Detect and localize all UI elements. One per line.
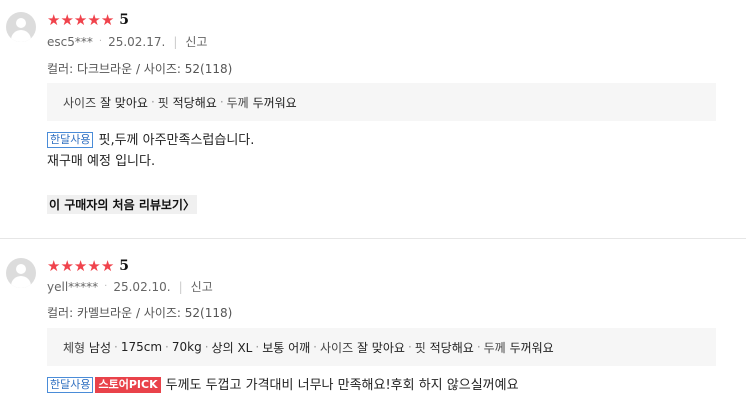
usage-badge: 한달사용 xyxy=(47,132,94,148)
avatar xyxy=(6,12,36,42)
store-pick-badge: 스토어PICK xyxy=(95,377,161,393)
survey-key: 핏 xyxy=(414,340,426,355)
star-icon: ★ xyxy=(100,257,115,275)
body-top-size: 상의 XL xyxy=(211,340,253,355)
review-text: 한달사용 핏,두께 아주만족스럽습니다. 재구매 예정 입니다. xyxy=(47,130,254,172)
purchase-option: 컬러: 카멜브라운 / 사이즈: 52(118) xyxy=(47,306,233,320)
review-meta: esc5*** · 25.02.17. | 신고 xyxy=(47,33,207,50)
avatar xyxy=(6,258,36,288)
review-divider xyxy=(0,238,746,239)
body-weight: 70kg xyxy=(171,340,202,354)
divider: | xyxy=(178,279,183,294)
star-icon: ★ xyxy=(60,11,74,29)
chevron-right-icon: 〉 xyxy=(182,198,195,212)
rating-score: 5 xyxy=(119,12,130,28)
review-date: 25.02.10. xyxy=(113,279,171,294)
review-text: 한달사용 스토어PICK 두께도 두껍고 가격대비 너무나 만족해요!후회 하지 않… xyxy=(47,375,519,396)
survey-value: 적당해요 xyxy=(429,340,474,355)
body-info-label: 체형 xyxy=(63,340,86,355)
review-item: ★ ★ ★ ★ ★ 5 yell***** · 25.02.10. | 신고 컬… xyxy=(0,244,746,418)
star-icon: ★ xyxy=(60,257,74,275)
dot-separator: · xyxy=(255,340,260,354)
star-icon: ★ xyxy=(47,257,61,275)
review-meta: yell***** · 25.02.10. | 신고 xyxy=(47,278,213,295)
dot-separator: · xyxy=(313,340,317,354)
review-text-line: 핏,두께 아주만족스럽습니다. xyxy=(98,133,255,148)
dot-separator: · xyxy=(114,340,118,354)
star-icon: ★ xyxy=(87,11,101,29)
dot-separator: · xyxy=(219,95,224,109)
dot-separator: · xyxy=(407,340,412,354)
dot-separator: · xyxy=(150,95,155,109)
review-survey: 체형 남성 · 175cm · 70kg · 상의 XL · 보통 어깨 · 사… xyxy=(47,328,716,366)
survey-value: 두꺼워요 xyxy=(252,95,297,110)
star-icon: ★ xyxy=(73,11,88,29)
report-button[interactable]: 신고 xyxy=(191,278,213,295)
dot-separator: · xyxy=(98,36,103,47)
survey-key: 두께 xyxy=(483,340,506,355)
survey-value: 잘 맞아요 xyxy=(356,340,405,355)
star-icon: ★ xyxy=(73,257,88,275)
survey-key: 사이즈 xyxy=(320,340,354,355)
dot-separator: · xyxy=(104,281,108,292)
survey-key: 핏 xyxy=(157,95,169,110)
star-icon: ★ xyxy=(87,257,101,275)
star-icon: ★ xyxy=(100,11,115,29)
body-gender: 남성 xyxy=(88,340,112,355)
body-height: 175cm xyxy=(120,340,163,354)
review-text-line: 두께도 두껍고 가격대비 너무나 만족해요!후회 하지 않으실꺼예요 xyxy=(165,378,519,393)
rating-score: 5 xyxy=(119,258,130,274)
first-review-label: 이 구매자의 처음 리뷰보기 xyxy=(49,198,183,212)
purchase-option: 컬러: 다크브라운 / 사이즈: 52(118) xyxy=(47,62,233,76)
survey-key: 사이즈 xyxy=(63,95,97,110)
rating-stars: ★ ★ ★ ★ ★ 5 xyxy=(47,12,129,28)
review-survey: 사이즈 잘 맞아요 · 핏 적당해요 · 두께 두꺼워요 xyxy=(47,83,716,121)
first-review-link[interactable]: 이 구매자의 처음 리뷰보기〉 xyxy=(47,195,197,214)
survey-key: 두께 xyxy=(226,95,249,110)
divider: | xyxy=(173,34,178,49)
review-text-line: 재구매 예정 입니다. xyxy=(47,154,156,169)
dot-separator: · xyxy=(165,340,169,354)
survey-value: 두꺼워요 xyxy=(509,340,554,355)
survey-value: 적당해요 xyxy=(172,95,217,110)
star-icon: ★ xyxy=(47,11,61,29)
dot-separator: · xyxy=(476,340,481,354)
survey-value: 잘 맞아요 xyxy=(99,95,148,110)
rating-stars: ★ ★ ★ ★ ★ 5 xyxy=(47,258,129,274)
body-shoulder: 보통 어깨 xyxy=(262,340,311,355)
report-button[interactable]: 신고 xyxy=(185,33,207,50)
reviewer-id: esc5*** xyxy=(47,34,93,49)
review-date: 25.02.17. xyxy=(108,34,166,49)
usage-badge: 한달사용 xyxy=(47,377,94,393)
review-item: ★ ★ ★ ★ ★ 5 esc5*** · 25.02.17. | 신고 컬러:… xyxy=(0,0,746,238)
dot-separator: · xyxy=(204,340,209,354)
reviewer-id: yell***** xyxy=(47,279,99,294)
